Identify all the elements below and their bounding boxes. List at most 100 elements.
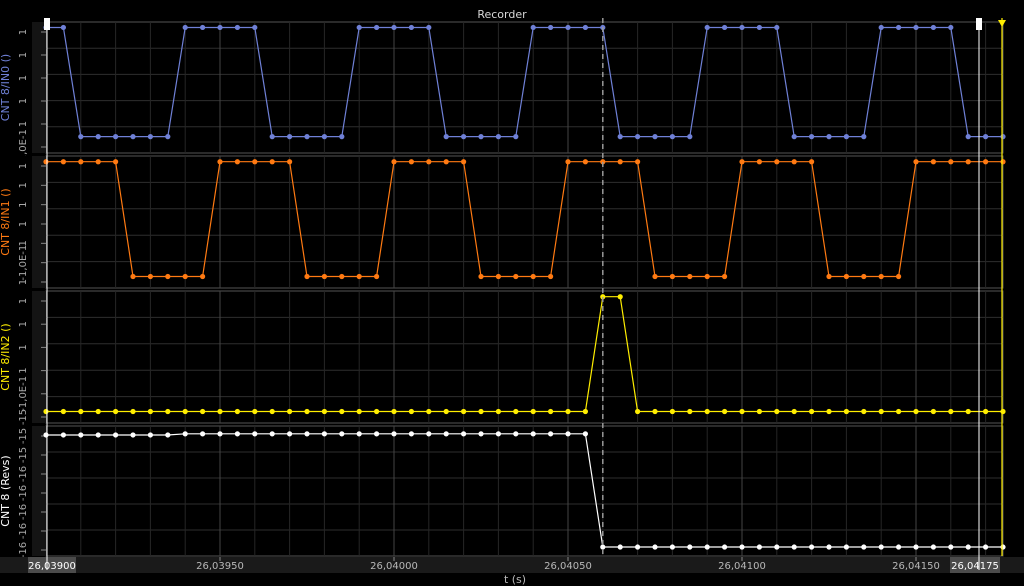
channel-name-label: CNT 8 (Revs) — [0, 455, 12, 526]
data-point — [113, 432, 119, 438]
data-point — [234, 24, 240, 31]
data-point — [617, 134, 623, 140]
data-point — [443, 431, 449, 437]
data-point — [1000, 134, 1006, 140]
data-point — [948, 544, 954, 550]
data-point — [687, 544, 693, 550]
data-point — [287, 159, 293, 165]
y-tick-label: 1 — [18, 221, 29, 227]
data-point — [200, 273, 206, 280]
data-point — [234, 408, 240, 415]
data-point — [461, 134, 467, 140]
y-tick-label: 1 — [18, 98, 29, 104]
data-point — [252, 24, 258, 31]
y-tick-label: -15 — [18, 409, 29, 425]
data-point — [722, 273, 728, 280]
channel-name-label: CNT 8/IN1 () — [0, 188, 12, 255]
data-point — [391, 159, 397, 165]
data-point — [530, 24, 536, 31]
data-point — [896, 273, 902, 280]
data-point — [582, 24, 589, 31]
data-point — [147, 408, 153, 415]
y-tick-label: 1 — [18, 298, 29, 304]
data-point — [983, 544, 989, 550]
data-point — [443, 134, 449, 140]
data-point — [930, 544, 937, 550]
data-point — [739, 159, 745, 165]
data-point — [495, 431, 501, 437]
data-point — [983, 134, 989, 140]
data-point — [774, 544, 780, 550]
data-point — [896, 24, 902, 31]
data-point — [843, 408, 850, 415]
data-point — [356, 273, 362, 280]
channel-panel-2: 11111-1,0E-11CNT 8/IN1 () — [0, 155, 1006, 289]
data-point — [321, 431, 327, 437]
data-point — [791, 544, 797, 550]
data-point — [95, 408, 101, 415]
data-point — [774, 408, 780, 415]
data-point — [269, 408, 275, 415]
data-point — [165, 408, 171, 415]
data-point — [965, 134, 971, 140]
data-point — [304, 273, 310, 280]
data-point — [269, 431, 275, 437]
data-point — [252, 408, 258, 415]
data-point — [965, 159, 971, 165]
right-range-handle[interactable] — [976, 18, 982, 30]
y-tick-label: -16 — [18, 504, 29, 520]
data-point — [565, 431, 571, 437]
data-point — [165, 273, 171, 280]
data-point — [478, 408, 484, 415]
data-point — [43, 408, 49, 415]
data-point — [756, 544, 763, 550]
data-point — [687, 273, 693, 280]
data-point — [861, 134, 867, 140]
data-point — [809, 159, 815, 165]
left-range-handle[interactable] — [44, 18, 50, 30]
data-point — [217, 159, 223, 165]
data-point — [356, 24, 362, 31]
y-tick-label: -16 — [18, 485, 29, 501]
data-point — [913, 408, 919, 415]
channel-panel-4: -15 -15 -16 -16 -16 -16 -16 CNT 8 (Revs) — [0, 425, 1006, 558]
data-point — [391, 408, 397, 415]
x-axis-label: t (s) — [504, 573, 526, 586]
data-point — [408, 431, 414, 437]
data-point — [78, 134, 84, 140]
data-point — [217, 408, 223, 415]
data-point — [983, 159, 989, 165]
data-point — [948, 24, 954, 31]
data-point — [930, 408, 937, 415]
data-point — [704, 24, 710, 31]
panel-frame — [45, 425, 1004, 557]
data-point — [582, 431, 589, 437]
data-point — [495, 408, 501, 415]
y-tick-label: 1 — [18, 279, 29, 285]
data-point — [130, 134, 136, 140]
data-point — [704, 408, 710, 415]
data-point — [669, 544, 676, 550]
data-point — [147, 273, 153, 280]
y-tick-label: -16 — [18, 466, 29, 482]
data-point — [756, 159, 763, 165]
data-point — [182, 431, 188, 437]
data-point — [287, 134, 293, 140]
y-tick-label: 1 — [18, 75, 29, 81]
data-point — [739, 408, 745, 415]
x-tick-label: 26,04100 — [718, 561, 766, 572]
data-point — [374, 273, 380, 280]
data-point — [669, 408, 676, 415]
data-point — [95, 134, 101, 140]
data-point — [234, 431, 240, 437]
data-point — [1000, 159, 1006, 165]
data-point — [652, 408, 658, 415]
data-point — [878, 408, 884, 415]
y-tick-label: -1,0E-1 — [18, 376, 29, 412]
data-point — [913, 24, 919, 31]
data-point — [200, 408, 206, 415]
data-point — [513, 134, 519, 140]
data-point — [426, 408, 432, 415]
data-point — [513, 431, 519, 437]
data-point — [321, 273, 327, 280]
